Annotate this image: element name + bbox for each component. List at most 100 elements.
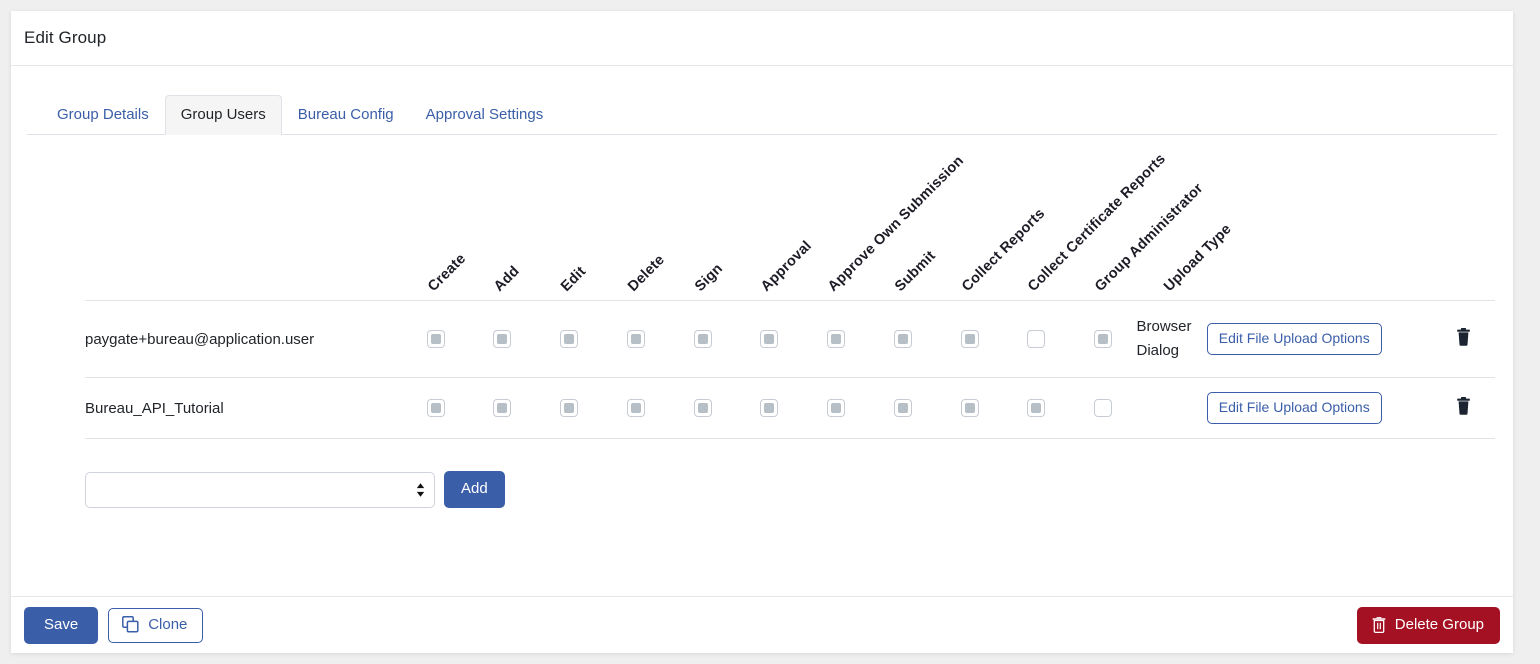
cell-upload-options: Edit File Upload Options [1206,378,1433,439]
checkbox-approval[interactable] [760,330,779,349]
cell-edit[interactable] [536,378,603,439]
cell-add[interactable] [469,378,536,439]
cell-delete[interactable] [602,301,669,378]
checkbox-group-administrator[interactable] [1094,399,1113,418]
checkbox-submit[interactable] [893,330,912,349]
row-upload-type [1136,378,1206,439]
column-header-delete: Delete [602,135,670,301]
column-header-submit: Submit [869,135,939,301]
cell-collect-certificate-reports[interactable] [1003,301,1070,378]
cell-approve-own-submission[interactable] [803,301,870,378]
delete-row-button[interactable] [1456,328,1471,346]
checkbox-submit[interactable] [893,399,912,418]
cell-collect-reports[interactable] [936,301,1003,378]
cell-edit[interactable] [536,301,603,378]
cell-collect-reports[interactable] [936,378,1003,439]
add-user-button[interactable]: Add [444,471,505,508]
cell-submit[interactable] [869,378,936,439]
card-body: Group Details Group Users Bureau Config … [11,66,1513,596]
tab-approval-settings[interactable]: Approval Settings [410,95,560,135]
row-user-name: Bureau_API_Tutorial [85,399,224,417]
cell-approval[interactable] [736,378,803,439]
row-user-name: paygate+bureau@application.user [85,330,315,348]
cell-create[interactable] [402,378,469,439]
column-header-actions [1432,135,1495,301]
edit-file-upload-options-button[interactable]: Edit File Upload Options [1206,392,1382,424]
cell-delete[interactable] [602,378,669,439]
cell-group-administrator[interactable] [1070,378,1137,439]
checkbox-add[interactable] [493,399,512,418]
group-users-table: Create Add Edit Delete Sign Approval App… [85,135,1495,439]
checkbox-collect-reports[interactable] [960,399,979,418]
save-button[interactable]: Save [24,606,99,644]
cell-upload-options: Edit File Upload Options [1206,301,1433,378]
cell-row-actions [1433,378,1495,439]
checkbox-collect-certificate-reports[interactable] [1027,399,1046,418]
column-header-user [85,135,403,301]
column-header-group-administrator: Group Administrator [1069,135,1207,301]
checkbox-collect-reports[interactable] [960,330,979,349]
tab-group-details[interactable]: Group Details [41,95,165,135]
chevron-updown-icon [416,482,425,497]
checkbox-add[interactable] [493,330,512,349]
column-header-edit: Edit [535,135,603,301]
checkbox-approve-own-submission[interactable] [827,330,846,349]
delete-group-button[interactable]: Delete Group [1356,606,1500,644]
user-select[interactable] [85,471,435,508]
column-header-upload-options [1206,135,1433,301]
footer-left-actions: Save Clone [24,606,204,644]
cell-sign[interactable] [669,378,736,439]
cell-sign[interactable] [669,301,736,378]
table-body: paygate+bureau@application.user Browser … [85,301,1495,439]
column-header-add: Add [468,135,536,301]
column-header-create: Create [402,135,469,301]
checkbox-approval[interactable] [760,399,779,418]
column-header-upload-type: Upload Type [1136,135,1234,301]
column-header-collect-reports: Collect Reports [936,135,1048,301]
delete-group-button-label: Delete Group [1394,615,1484,633]
column-header-approval: Approval [735,135,815,301]
tab-bureau-config[interactable]: Bureau Config [282,95,410,135]
trash-icon [1372,616,1386,634]
trash-icon [1457,328,1471,346]
cell-approval[interactable] [736,301,803,378]
cell-row-actions [1433,301,1495,378]
row-upload-type: Browser Dialog [1136,318,1192,359]
checkbox-delete[interactable] [626,330,645,349]
cell-group-administrator[interactable] [1070,301,1137,378]
add-user-row: Add [27,471,1497,508]
column-header-collect-certificate-reports: Collect Certificate Reports [1002,135,1169,301]
checkbox-group-administrator[interactable] [1094,330,1113,349]
tab-bar: Group Details Group Users Bureau Config … [27,94,1497,135]
card-header: Edit Group [11,11,1513,66]
cell-collect-certificate-reports[interactable] [1003,378,1070,439]
checkbox-sign[interactable] [693,399,712,418]
column-header-approve-own-submission: Approve Own Submission [802,135,967,301]
page-title: Edit Group [24,28,107,47]
checkbox-delete[interactable] [626,399,645,418]
edit-group-card: Edit Group Group Details Group Users Bur… [11,11,1513,653]
checkbox-create[interactable] [426,399,445,418]
checkbox-collect-certificate-reports[interactable] [1027,330,1046,349]
group-users-table-wrap: Create Add Edit Delete Sign Approval App… [27,135,1497,439]
checkbox-approve-own-submission[interactable] [827,399,846,418]
cell-create[interactable] [402,301,469,378]
checkbox-sign[interactable] [693,330,712,349]
card-footer: Save Clone Delete Group [11,596,1513,653]
cell-approve-own-submission[interactable] [803,378,870,439]
table-row: Bureau_API_Tutorial Edit File Upload Opt… [85,378,1495,439]
cell-submit[interactable] [869,301,936,378]
clone-button[interactable]: Clone [108,607,204,643]
checkbox-edit[interactable] [560,330,579,349]
cell-add[interactable] [469,301,536,378]
edit-file-upload-options-button[interactable]: Edit File Upload Options [1206,323,1382,355]
footer-right-actions: Delete Group [1356,606,1500,644]
trash-icon [1457,397,1471,415]
checkbox-create[interactable] [426,330,445,349]
checkbox-edit[interactable] [560,399,579,418]
table-row: paygate+bureau@application.user Browser … [85,301,1495,378]
delete-row-button[interactable] [1456,397,1471,415]
tab-group-users[interactable]: Group Users [164,95,282,135]
column-header-sign: Sign [669,135,736,301]
copy-icon [122,616,139,633]
